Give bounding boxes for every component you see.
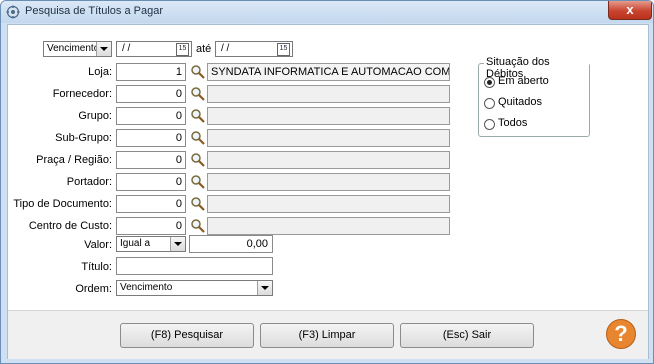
- centro-custo-description: [207, 217, 450, 235]
- search-button[interactable]: (F8) Pesquisar: [120, 323, 254, 348]
- tipo-documento-description: [207, 195, 450, 213]
- chevron-down-icon[interactable]: [96, 42, 111, 56]
- close-icon: x: [626, 2, 634, 17]
- portador-input[interactable]: 0: [116, 173, 186, 191]
- search-icon[interactable]: [190, 108, 206, 124]
- search-icon[interactable]: [190, 152, 206, 168]
- date-to-label: até: [196, 43, 212, 55]
- exit-button[interactable]: (Esc) Sair: [400, 323, 534, 348]
- fornecedor-input[interactable]: 0: [116, 85, 186, 103]
- form-area: Vencimento / / 15 até / / 15 Loja: 1 SYN…: [7, 24, 649, 359]
- date-to-value: / /: [221, 43, 230, 54]
- sub-grupo-input[interactable]: 0: [116, 129, 186, 147]
- radio-unselected-icon[interactable]: [484, 98, 495, 109]
- praca-regiao-description: [207, 151, 450, 169]
- grupo-label: Grupo:: [78, 110, 112, 122]
- search-icon[interactable]: [190, 174, 206, 190]
- date-from-field[interactable]: / / 15: [116, 41, 192, 57]
- valor-label: Valor:: [84, 239, 112, 251]
- loja-description: SYNDATA INFORMATICA E AUTOMACAO COMERC: [207, 63, 450, 81]
- date-from-value: / /: [122, 43, 131, 54]
- search-icon[interactable]: [190, 196, 206, 212]
- calendar-icon[interactable]: 15: [277, 43, 290, 56]
- radio-label: Todos: [498, 117, 528, 129]
- calendar-icon[interactable]: 15: [176, 43, 189, 56]
- sub-grupo-label: Sub-Grupo:: [55, 132, 112, 144]
- fornecedor-label: Fornecedor:: [52, 88, 112, 100]
- title-bar: Pesquisa de Títulos a Pagar x: [1, 1, 653, 23]
- date-to-field[interactable]: / / 15: [215, 41, 293, 57]
- praca-regiao-input[interactable]: 0: [116, 151, 186, 169]
- radio-unselected-icon[interactable]: [484, 119, 495, 130]
- grupo-description: [207, 107, 450, 125]
- radio-label: Quitados: [498, 96, 543, 108]
- portador-label: Portador:: [66, 176, 112, 188]
- chevron-down-icon[interactable]: [170, 237, 185, 251]
- ordem-label: Ordem:: [75, 283, 112, 295]
- titulo-label: Título:: [81, 261, 112, 273]
- close-button[interactable]: x: [608, 1, 652, 20]
- situacao-group: Situação dos Débitos Em aberto Quitados …: [478, 56, 590, 137]
- fornecedor-description: [207, 85, 450, 103]
- centro-custo-label: Centro de Custo:: [28, 220, 112, 232]
- ordem-value: Vencimento: [120, 282, 173, 293]
- date-type-value: Vencimento: [47, 43, 100, 54]
- clear-button[interactable]: (F3) Limpar: [260, 323, 394, 348]
- search-icon[interactable]: [190, 218, 206, 234]
- ordem-select[interactable]: Vencimento: [116, 280, 273, 296]
- tipo-documento-input[interactable]: 0: [116, 195, 186, 213]
- search-window: Pesquisa de Títulos a Pagar x Vencimento…: [0, 0, 654, 364]
- loja-label: Loja:: [88, 66, 112, 78]
- grupo-input[interactable]: 0: [116, 107, 186, 125]
- praca-regiao-label: Praça / Região:: [36, 154, 112, 166]
- radio-label: Em aberto: [498, 75, 549, 87]
- date-type-select[interactable]: Vencimento: [43, 41, 112, 57]
- tipo-documento-label: Tipo de Documento:: [13, 198, 112, 210]
- valor-operator-value: Igual a: [120, 238, 151, 249]
- loja-input[interactable]: 1: [116, 63, 186, 81]
- chevron-down-icon[interactable]: [257, 281, 272, 295]
- button-bar: (F8) Pesquisar (F3) Limpar (Esc) Sair ?: [8, 310, 648, 359]
- search-icon[interactable]: [190, 130, 206, 146]
- valor-amount-input[interactable]: 0,00: [189, 235, 273, 253]
- centro-custo-input[interactable]: 0: [116, 217, 186, 235]
- help-icon[interactable]: ?: [606, 319, 636, 349]
- search-icon[interactable]: [190, 86, 206, 102]
- portador-description: [207, 173, 450, 191]
- window-title: Pesquisa de Títulos a Pagar: [25, 5, 163, 17]
- app-gear-icon: [6, 5, 20, 19]
- titulo-input[interactable]: [116, 257, 273, 275]
- radio-selected-icon[interactable]: [484, 77, 495, 88]
- sub-grupo-description: [207, 129, 450, 147]
- search-icon[interactable]: [190, 64, 206, 80]
- valor-operator-select[interactable]: Igual a: [116, 236, 186, 252]
